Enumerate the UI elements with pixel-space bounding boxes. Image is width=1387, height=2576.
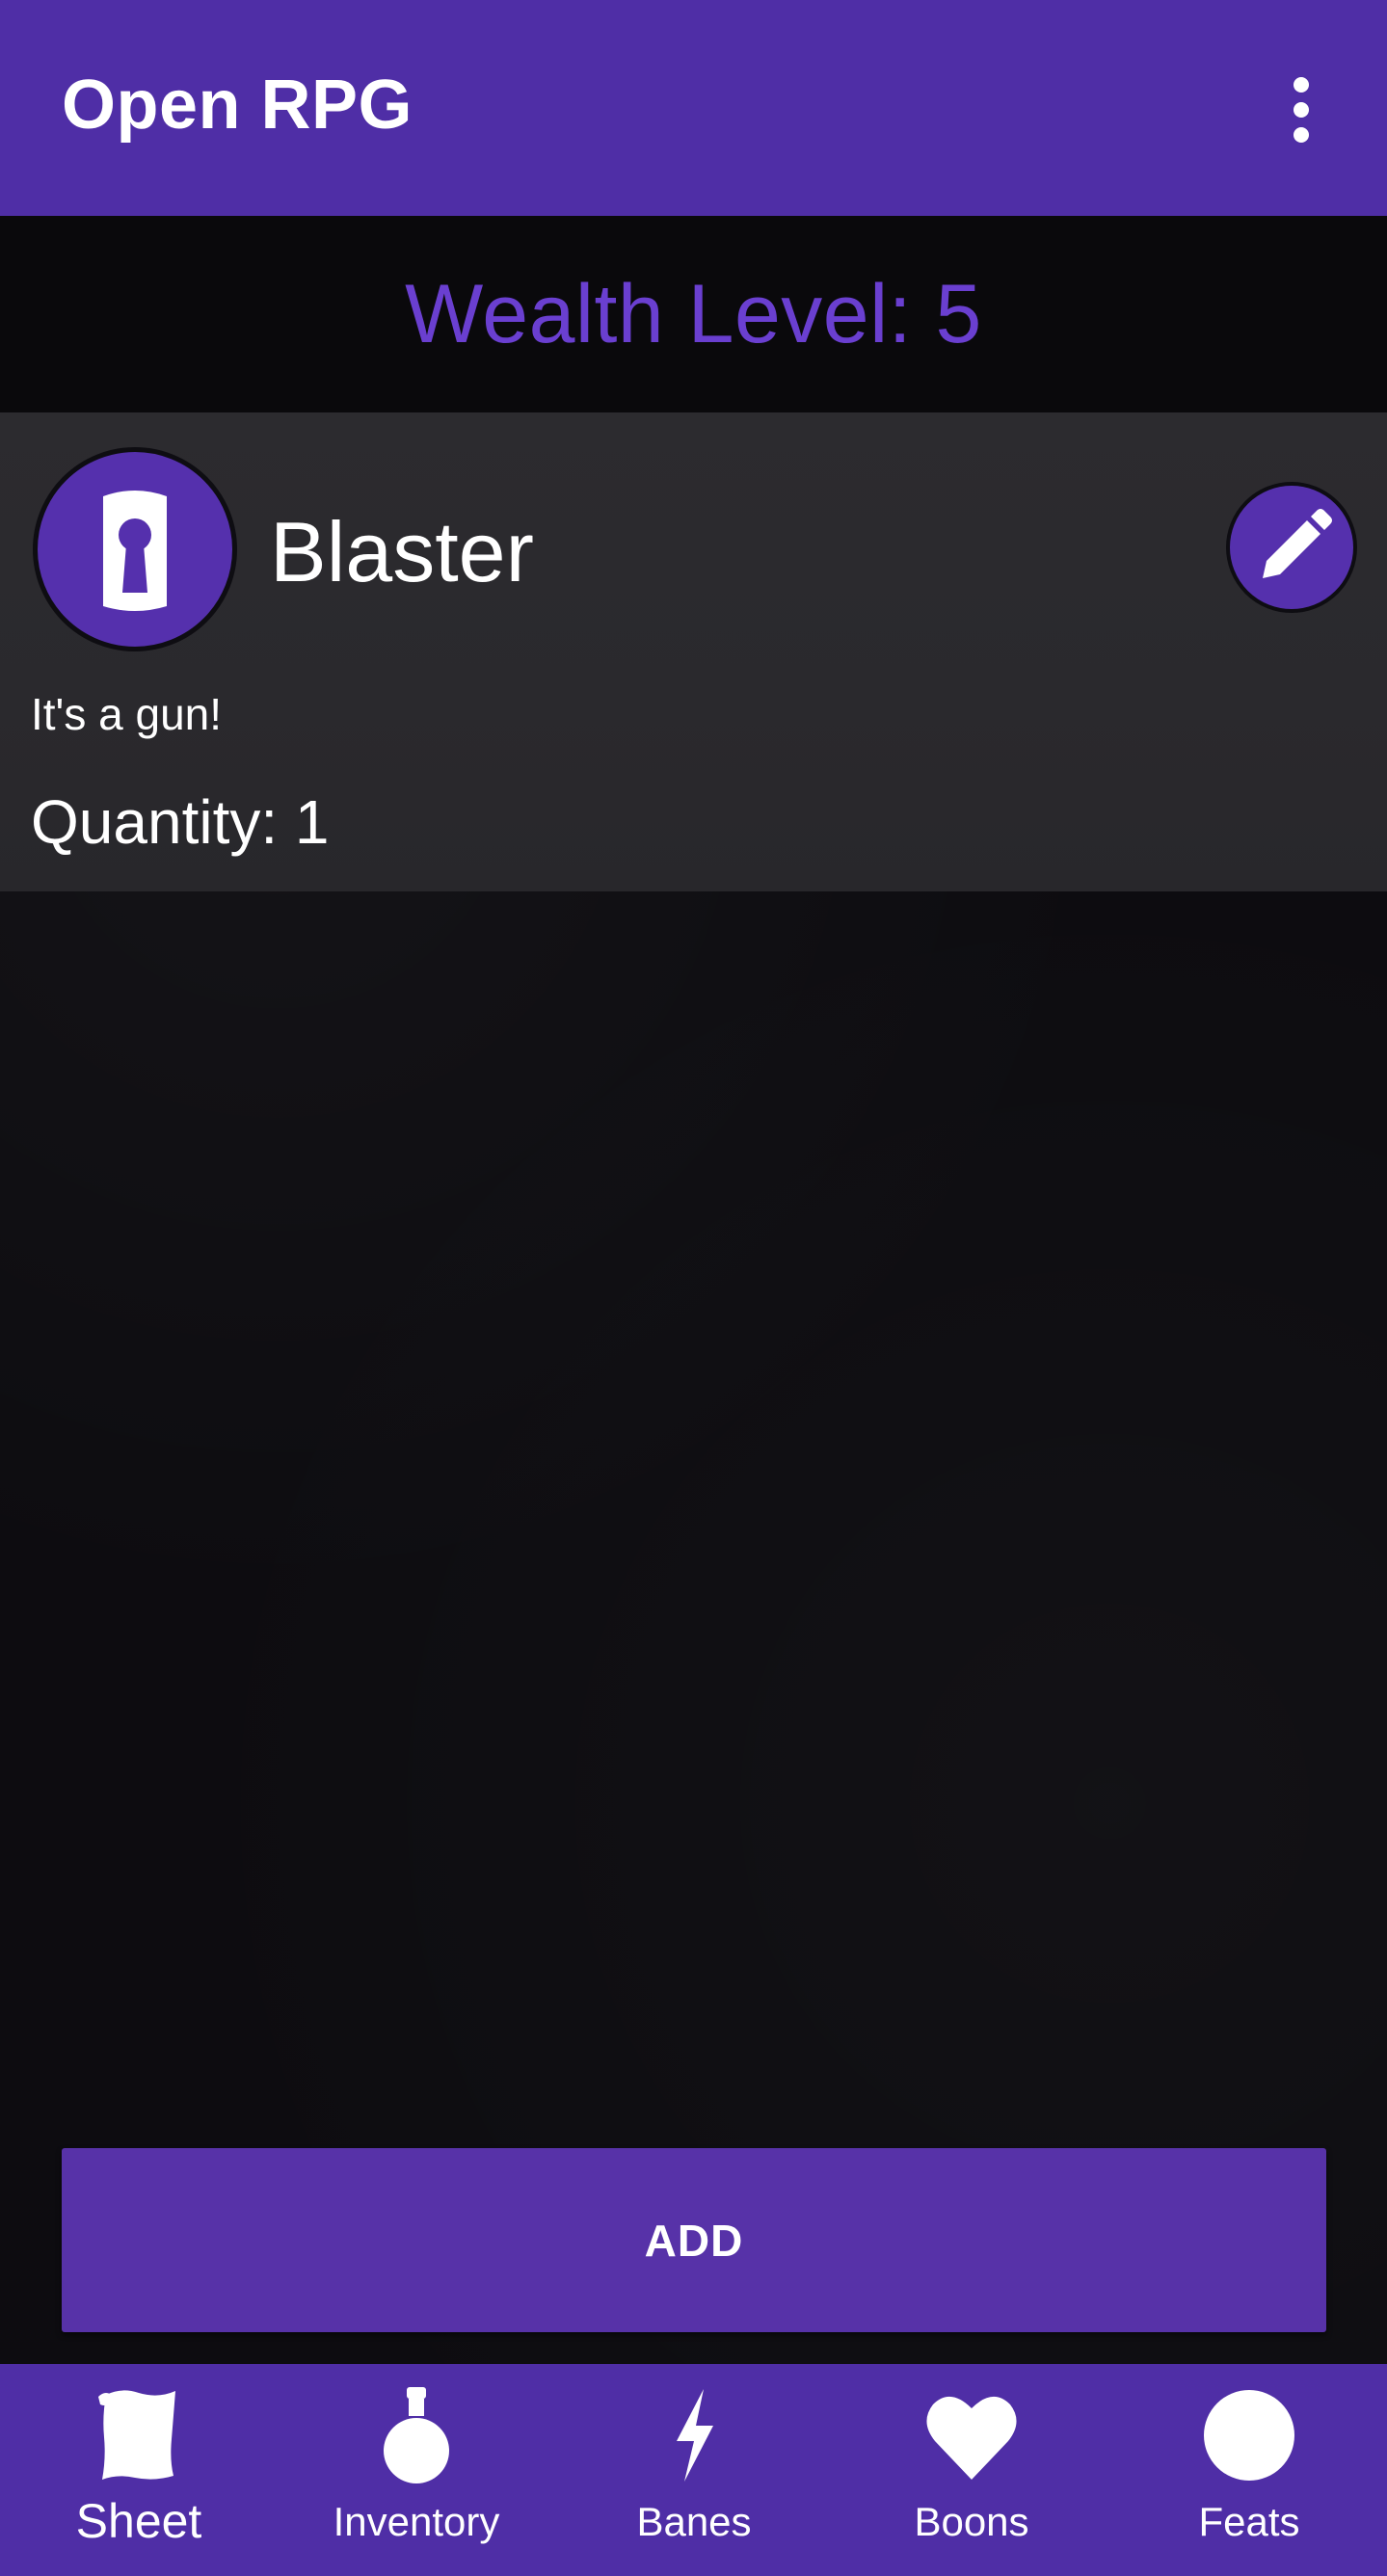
item-quantity: Quantity: 1: [31, 787, 330, 857]
nav-item-inventory[interactable]: Inventory: [278, 2364, 555, 2576]
scroll-icon: [98, 2390, 175, 2480]
nav-item-sheet[interactable]: Sheet: [0, 2364, 278, 2576]
circle-icon: [1204, 2390, 1294, 2481]
nav-label-boons: Boons: [914, 2499, 1029, 2544]
potion-icon: [384, 2387, 449, 2483]
keyhole-shield-icon: [33, 447, 237, 651]
bottom-navigation: Sheet Inventory Banes Boons Feats: [0, 2364, 1387, 2576]
inventory-item-card[interactable]: Blaster It's a gun! Quantity: 1: [0, 412, 1387, 891]
add-button-label: ADD: [644, 2215, 744, 2266]
nav-label-sheet: Sheet: [75, 2494, 202, 2548]
app-title: Open RPG: [62, 66, 413, 144]
pencil-icon: [1263, 509, 1332, 578]
nav-item-boons[interactable]: Boons: [833, 2364, 1110, 2576]
add-button[interactable]: ADD: [62, 2148, 1326, 2332]
nav-label-banes: Banes: [636, 2499, 752, 2544]
item-name: Blaster: [270, 504, 534, 599]
more-vert-icon[interactable]: [1272, 69, 1330, 150]
nav-item-banes[interactable]: Banes: [555, 2364, 833, 2576]
edit-item-button[interactable]: [1226, 482, 1357, 613]
wealth-level-label: Wealth Level: 5: [405, 267, 982, 360]
lightning-icon: [677, 2389, 713, 2482]
nav-item-feats[interactable]: Feats: [1110, 2364, 1387, 2576]
heart-icon: [926, 2396, 1017, 2480]
app-root: Open RPG Wealth Level: 5 Blaster It's a …: [0, 0, 1387, 2576]
app-bar: Open RPG: [0, 0, 1387, 216]
item-description: It's a gun!: [31, 689, 223, 739]
nav-label-inventory: Inventory: [333, 2499, 500, 2544]
nav-label-feats: Feats: [1198, 2499, 1300, 2544]
wealth-header: Wealth Level: 5: [0, 216, 1387, 412]
